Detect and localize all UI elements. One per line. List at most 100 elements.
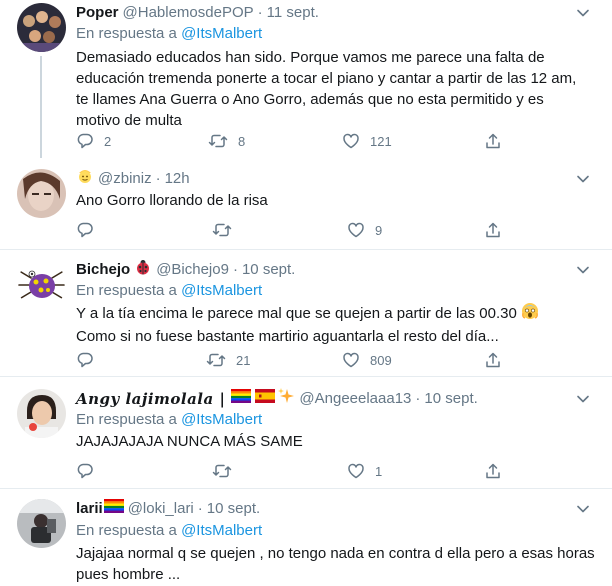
reply-button[interactable]: [76, 350, 94, 370]
heart-icon: [342, 132, 360, 150]
like-count: 121: [370, 133, 392, 149]
tweet-actions: 21 809: [76, 350, 506, 370]
reply-mention[interactable]: @ItsMalbert: [181, 411, 262, 428]
retweet-icon: [206, 351, 226, 369]
reply-context: En respuesta a @ItsMalbert: [76, 410, 262, 430]
like-count: 9: [375, 222, 383, 238]
retweet-button[interactable]: 8: [208, 131, 245, 151]
author-handle[interactable]: @Angeeelaaa13: [299, 389, 411, 409]
reply-icon: [76, 132, 94, 150]
tweet-text-line: pues hombre ...: [76, 566, 181, 583]
share-icon: [484, 221, 502, 239]
retweet-icon: [212, 462, 232, 480]
retweet-count: 21: [236, 352, 251, 368]
tweet-actions: 1: [76, 461, 506, 481]
ladybug-emoji-icon: [134, 258, 152, 282]
tweet-larii[interactable]: larii @loki_lari · 10 sept. En respuesta…: [0, 489, 612, 586]
share-icon: [484, 351, 502, 369]
reply-mention[interactable]: @ItsMalbert: [181, 25, 262, 42]
tweet-text: JAJAJAJAJA NUNCA MÁS SAME: [76, 431, 596, 452]
author-handle[interactable]: @HablemosdePOP: [123, 3, 254, 23]
author-name[interactable]: Bichejo: [76, 260, 130, 280]
author-handle[interactable]: @zbiniz: [98, 169, 152, 189]
retweet-button[interactable]: [212, 461, 232, 481]
thread-line: [40, 56, 42, 158]
tweet-text: Demasiado educados han sido. Porque vamo…: [76, 47, 596, 131]
heart-icon: [347, 221, 365, 239]
reply-button[interactable]: [76, 461, 94, 481]
avatar-angy[interactable]: [17, 389, 66, 438]
like-count: 809: [370, 352, 392, 368]
like-button[interactable]: 809: [342, 350, 392, 370]
reply-icon: [76, 351, 94, 369]
tweet-text-line: te llames Ana Guerra o Ano Gorro, además…: [76, 91, 544, 108]
chevron-down-icon[interactable]: [576, 172, 590, 186]
avatar-larii[interactable]: [17, 499, 66, 548]
author-handle[interactable]: @Bichejo9: [156, 260, 229, 280]
avatar-bichejo[interactable]: [17, 260, 66, 309]
timestamp[interactable]: 10 sept.: [207, 499, 260, 519]
tweet-text-line: Jajajaa normal q se quejen , no tengo na…: [76, 545, 595, 562]
rainbow-flag-icon: [103, 499, 124, 519]
share-button[interactable]: [484, 220, 502, 240]
timestamp[interactable]: 10 sept.: [242, 260, 295, 280]
like-button[interactable]: 121: [342, 131, 392, 151]
like-button[interactable]: 9: [347, 220, 382, 240]
reply-prefix: En respuesta a: [76, 25, 177, 42]
retweet-button[interactable]: 21: [206, 350, 250, 370]
author-name[interactable]: Poper: [76, 3, 119, 23]
avatar-poper[interactable]: [17, 3, 66, 52]
reply-prefix: En respuesta a: [76, 282, 177, 299]
sparkles-icon: [277, 387, 295, 411]
tweet-actions: 9: [76, 220, 506, 240]
tweet-text: Y a la tía encima le parece mal que se q…: [76, 302, 596, 347]
share-button[interactable]: [484, 350, 502, 370]
tweet-angy[interactable]: 𝑨𝒏𝒈𝒚 𝒍𝒂𝒋𝒊𝒎𝒐𝒍𝒂𝒍𝒂 | @Angeeelaaa13 · 10 sep…: [0, 377, 612, 489]
reply-mention[interactable]: @ItsMalbert: [181, 282, 262, 299]
separator-dot: ·: [232, 261, 238, 278]
separator-dot: ·: [257, 4, 263, 21]
reply-button[interactable]: 2: [76, 131, 111, 151]
screaming-face-emoji-icon: [521, 302, 539, 326]
reply-icon: [76, 221, 94, 239]
timestamp[interactable]: 10 sept.: [424, 389, 477, 409]
share-icon: [484, 132, 502, 150]
tweet-text-line: motivo de multa: [76, 112, 182, 129]
face-emoji-icon: [76, 167, 94, 191]
reply-prefix: En respuesta a: [76, 411, 177, 428]
reply-button[interactable]: [76, 220, 94, 240]
tweet-text-line: JAJAJAJAJA NUNCA MÁS SAME: [76, 433, 303, 450]
like-count: 1: [375, 463, 383, 479]
reply-icon: [76, 462, 94, 480]
retweet-count: 8: [238, 133, 246, 149]
timestamp[interactable]: 11 sept.: [267, 3, 319, 23]
author-name[interactable]: larii: [76, 499, 103, 519]
reply-context: En respuesta a @ItsMalbert: [76, 281, 262, 301]
retweet-button[interactable]: [212, 220, 232, 240]
avatar-zbiniz[interactable]: [17, 169, 66, 218]
chevron-down-icon[interactable]: [576, 392, 590, 406]
tweet-text: Ano Gorro llorando de la risa: [76, 190, 596, 211]
reply-mention[interactable]: @ItsMalbert: [181, 522, 262, 539]
heart-icon: [347, 462, 365, 480]
chevron-down-icon[interactable]: [576, 502, 590, 516]
tweet-bichejo[interactable]: Bichejo @Bichejo9 · 10 sept. En respuest…: [0, 250, 612, 377]
tweet-text-line: Como si no fuese bastante martirio aguan…: [76, 328, 499, 345]
reply-count: 2: [104, 133, 112, 149]
author-handle[interactable]: @loki_lari: [128, 499, 194, 519]
tweet-poper[interactable]: Poper @HablemosdePOP · 11 sept. En respu…: [0, 0, 612, 158]
share-icon: [484, 462, 502, 480]
tweet-text-line-content: Y a la tía encima le parece mal que se q…: [76, 304, 517, 322]
tweet-zbiniz[interactable]: @zbiniz · 12h Ano Gorro llorando de la r…: [0, 156, 612, 250]
chevron-down-icon[interactable]: [576, 6, 590, 20]
author-name[interactable]: 𝑨𝒏𝒈𝒚 𝒍𝒂𝒋𝒊𝒎𝒐𝒍𝒂𝒍𝒂 |: [76, 389, 225, 409]
like-button[interactable]: 1: [347, 461, 382, 481]
share-button[interactable]: [484, 131, 502, 151]
rainbow-flag-icon: [231, 389, 252, 409]
share-button[interactable]: [484, 461, 502, 481]
tweet-text-line: Y a la tía encima le parece mal que se q…: [76, 302, 596, 326]
tweet-text: Jajajaa normal q se quejen , no tengo na…: [76, 543, 596, 585]
timestamp[interactable]: 12h: [165, 169, 190, 189]
chevron-down-icon[interactable]: [576, 263, 590, 277]
tweet-text-line: Demasiado educados han sido. Porque vamo…: [76, 49, 545, 66]
